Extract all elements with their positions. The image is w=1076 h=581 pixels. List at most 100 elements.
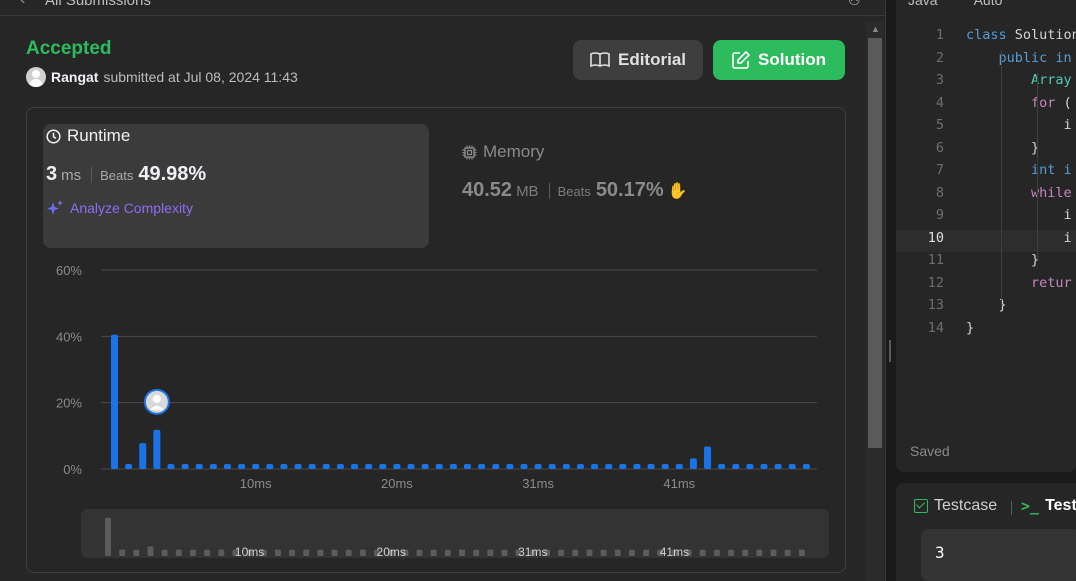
code-editor[interactable]: Java Auto 1 class Solution 2 public in 3 Ar…: [896, 0, 1076, 472]
overview-bar: [798, 549, 805, 556]
chart-bar: [548, 464, 556, 469]
chart-bar: [181, 464, 189, 469]
chart-bar: [125, 464, 133, 469]
overview-bar: [303, 549, 310, 556]
x-tick-label: 20ms: [381, 476, 413, 491]
chevron-left-icon[interactable]: ‹: [20, 0, 25, 9]
code-text: }: [1031, 139, 1040, 156]
code-line[interactable]: 8 while: [896, 185, 1076, 207]
chart-bar: [746, 464, 754, 469]
y-tick-label: 0%: [63, 462, 82, 477]
code-text: retur: [1031, 274, 1072, 291]
chart-bar: [435, 464, 443, 469]
overview-bar: [756, 549, 763, 556]
chart-bar: [774, 464, 782, 469]
tab-test-result[interactable]: >_ Test: [1021, 497, 1076, 515]
language-select[interactable]: Java: [908, 0, 938, 8]
scrollbar-thumb[interactable]: [868, 38, 882, 448]
chart-bar: [760, 464, 768, 469]
chart-bar: [294, 464, 302, 469]
chart-bar: [534, 464, 542, 469]
chart-bar: [223, 464, 231, 469]
code-text: }: [1031, 252, 1040, 268]
test-result-tab-label: Test: [1045, 497, 1076, 514]
overview-bar: [161, 549, 168, 556]
overview-tick-label: 10ms: [235, 545, 264, 559]
code-line[interactable]: 14}: [896, 320, 1076, 342]
panel-divider[interactable]: [887, 0, 895, 581]
line-number: 7: [935, 162, 944, 178]
saved-status: Saved: [910, 443, 950, 459]
editorial-button[interactable]: Editorial: [573, 40, 703, 80]
code-line[interactable]: 1 class Solution: [896, 27, 1076, 49]
code-line[interactable]: 12 retur: [896, 275, 1076, 297]
chart-bar: [788, 464, 796, 469]
indent-guide: [1001, 50, 1002, 306]
submission-panel: ‹ All Submissions ⚇ Accepted Rangat subm…: [0, 0, 886, 581]
chart-bar: [167, 464, 175, 469]
chart-bar: [111, 334, 118, 469]
autocomplete-mode[interactable]: Auto: [974, 0, 1003, 8]
code-line[interactable]: 5 i: [896, 117, 1076, 139]
x-tick-label: 10ms: [240, 476, 272, 491]
y-tick-label: 20%: [56, 396, 82, 411]
chart-bar: [195, 464, 203, 469]
code-line[interactable]: 10 i: [896, 229, 1076, 252]
scroll-up-arrow-icon[interactable]: ▲: [871, 24, 880, 34]
code-line[interactable]: 4 for (: [896, 95, 1076, 117]
code-line[interactable]: 7 int i: [896, 162, 1076, 184]
chart-bar: [633, 464, 641, 469]
avatar[interactable]: [26, 67, 46, 87]
chart-bar: [351, 464, 359, 469]
overview-bar: [359, 549, 366, 556]
overview-tick-label: 31ms: [518, 545, 547, 559]
overview-bar: [274, 549, 281, 556]
line-number: 13: [927, 297, 944, 313]
overview-bar: [218, 549, 225, 556]
overview-bar: [289, 549, 296, 556]
chart-bar: [393, 464, 401, 469]
submission-header: ‹ All Submissions ⚇: [0, 0, 886, 16]
submission-time: submitted at Jul 08, 2024 11:43: [103, 69, 298, 85]
resize-handle[interactable]: [889, 340, 891, 362]
line-number: 1: [935, 27, 944, 43]
chart-bar: [492, 464, 500, 469]
solution-button[interactable]: Solution: [713, 40, 845, 80]
code-line[interactable]: 6 }: [896, 140, 1076, 162]
overview-bar: [416, 549, 423, 556]
code-line[interactable]: 11 }: [896, 252, 1076, 274]
editor-toolbar: Java Auto: [896, 0, 1002, 8]
line-number: 8: [935, 184, 944, 201]
line-number: 4: [935, 94, 944, 111]
overview-bar: [175, 549, 182, 556]
chart-bar: [336, 464, 344, 469]
code-line[interactable]: 13 }: [896, 297, 1076, 319]
solution-label: Solution: [758, 50, 826, 69]
overview-bar: [628, 549, 635, 556]
code-text: int i: [1031, 162, 1072, 178]
overview-bar: [784, 549, 791, 556]
all-submissions-link[interactable]: All Submissions: [45, 0, 151, 9]
tab-testcase[interactable]: Testcase: [914, 497, 997, 515]
code-line[interactable]: 9 i: [896, 207, 1076, 229]
code-line[interactable]: 2 public in: [896, 50, 1076, 72]
share-icon[interactable]: ⚇: [848, 0, 864, 8]
chart-bar: [280, 464, 288, 469]
code-line[interactable]: 3 Array: [896, 72, 1076, 94]
overview-bar: [147, 546, 154, 556]
y-tick-label: 40%: [56, 329, 82, 344]
x-tick-label: 31ms: [522, 476, 554, 491]
code-text: public in: [998, 49, 1072, 66]
performance-card: Runtime 3 ms Beats 49.98% Analyze Comple…: [26, 107, 846, 573]
testcase-input[interactable]: 3: [921, 529, 1076, 581]
overview-bar: [133, 549, 140, 556]
code-text: i: [1063, 117, 1072, 133]
code-text: class Solution: [966, 27, 1076, 43]
overview-bar: [459, 549, 465, 556]
chart-bar: [464, 464, 471, 469]
runtime-distribution-chart[interactable]: 60% 40% 20% 0% 10ms 20ms 31ms 41ms 10ms 20ms 31ms 4…: [27, 108, 847, 574]
chart-bar: [153, 429, 161, 469]
line-number: 14: [927, 319, 944, 336]
code-text: i: [1063, 229, 1072, 246]
submitter-name[interactable]: Rangat: [51, 69, 98, 85]
